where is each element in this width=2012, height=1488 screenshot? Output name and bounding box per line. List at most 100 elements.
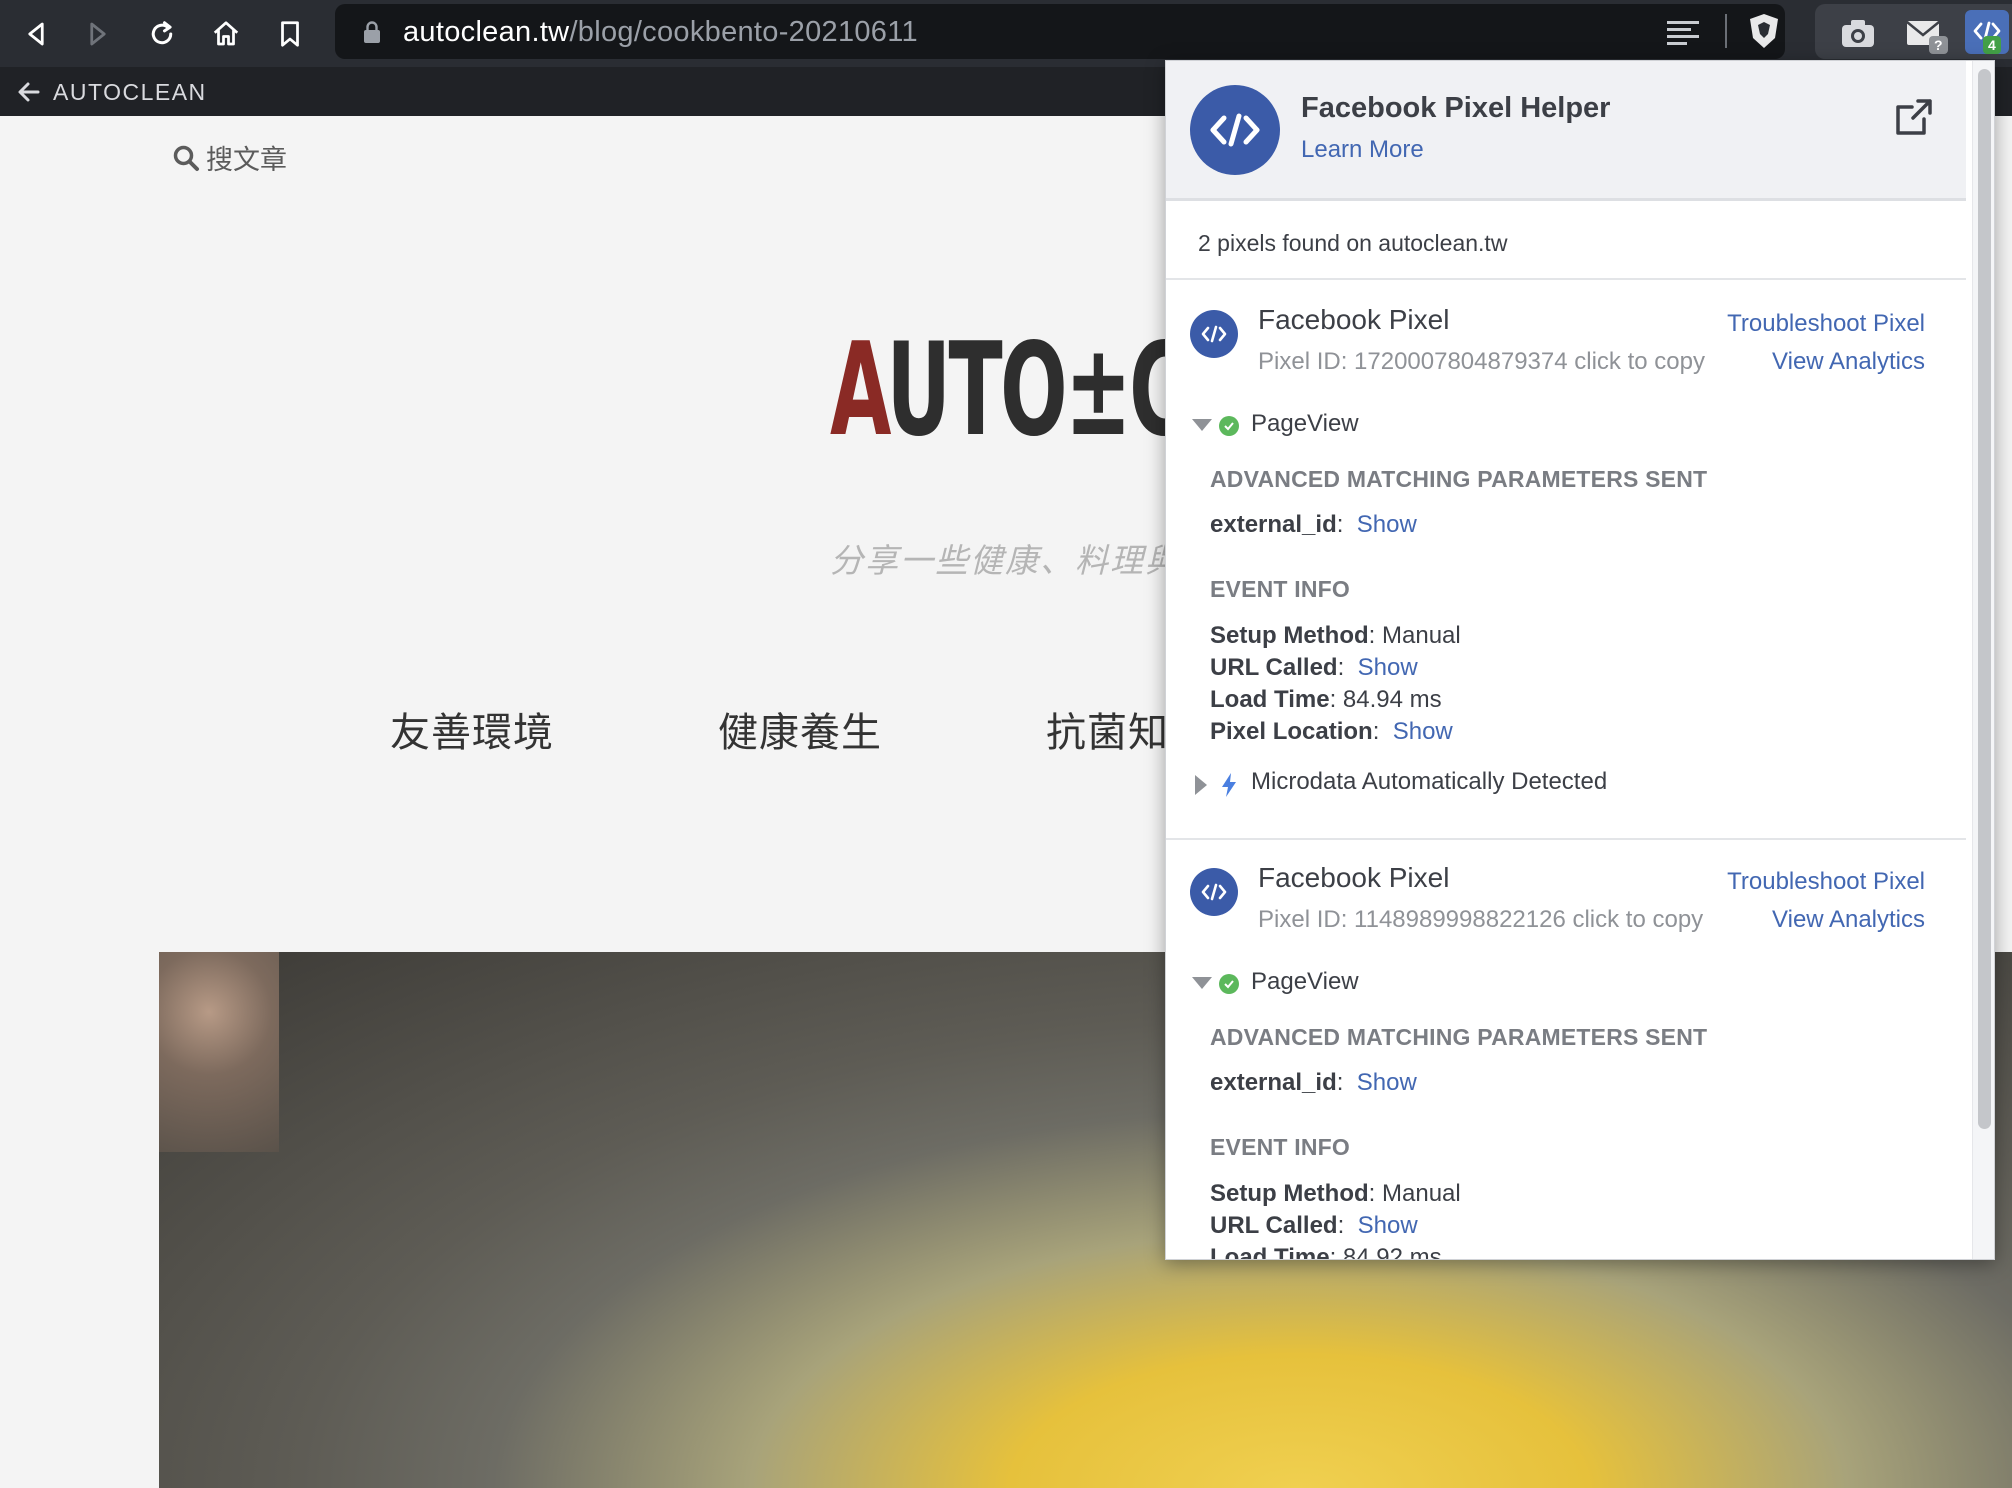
search-label: 搜文章 [206,145,287,175]
reload-button[interactable] [140,12,184,56]
back-triangle-icon [28,22,44,46]
forward-button[interactable] [76,12,120,56]
logo-letter-a: A [830,316,889,465]
site-tagline: 分享一些健康、料理與 [830,542,1180,579]
learn-more-link[interactable]: Learn More [1301,136,1424,164]
pixel-title: Facebook Pixel [1258,862,1450,893]
pixel-title: Facebook Pixel [1258,304,1450,335]
code-brackets-icon [1201,325,1227,343]
view-analytics-link[interactable]: View Analytics [1772,348,1925,376]
url-called-label: URL Called [1210,1212,1338,1239]
troubleshoot-pixel-link[interactable]: Troubleshoot Pixel [1727,310,1925,338]
popup-scrollbar-thumb[interactable] [1978,69,1991,1129]
extensions-bar: ? 4 [1815,4,2012,59]
pixel-helper-badge: 4 [1983,36,2001,54]
popup-title: Facebook Pixel Helper [1301,92,1611,124]
url-domain: autoclean.tw [403,16,570,48]
popup-header: Facebook Pixel Helper Learn More [1166,61,1966,201]
setup-method-row: Setup Method: Manual [1210,1180,1461,1207]
external-id-row: external_id: Show [1210,1069,1417,1096]
success-check-icon [1219,974,1239,994]
load-time-row: Load Time: 84.92 ms [1210,1244,1442,1260]
load-time-row: Load Time: 84.94 ms [1210,686,1442,713]
event-info-heading: EVENT INFO [1210,576,1351,602]
external-id-show-link[interactable]: Show [1357,511,1417,538]
bookmark-button[interactable] [268,12,312,56]
success-check-icon [1219,416,1239,436]
microdata-detected[interactable]: Microdata Automatically Detected [1251,768,1607,796]
menu-item-health[interactable]: 健康養生 [718,700,882,758]
home-icon [213,21,239,46]
search-icon [173,145,199,171]
microdata-expand-toggle[interactable] [1195,775,1207,795]
pixel-location-label: Pixel Location [1210,718,1373,745]
external-id-label: external_id [1210,511,1337,538]
pixel-entry: Facebook Pixel Pixel ID: 172000780487937… [1166,282,1966,622]
view-analytics-link[interactable]: View Analytics [1772,906,1925,934]
menu-item-environment[interactable]: 友善環境 [390,700,554,758]
url-called-row: URL Called: Show [1210,654,1418,681]
search-articles-link[interactable]: 搜文章 [172,138,287,177]
arrow-left-icon[interactable] [16,79,42,105]
reader-mode-icon[interactable] [1665,18,1701,46]
url-path: /blog/cookbento-20210611 [569,16,918,48]
event-collapse-toggle[interactable] [1192,419,1212,431]
load-time-label: Load Time [1210,686,1330,713]
url-called-label: URL Called [1210,654,1338,681]
camera-extension-icon[interactable] [1839,16,1877,50]
pixel-id-copy[interactable]: Pixel ID: 1148989998822126 click to copy [1258,906,1703,934]
setup-method-label: Setup Method [1210,1180,1369,1207]
code-brackets-icon [1210,113,1260,147]
brave-shield-icon[interactable] [1747,12,1781,50]
setup-method-value: Manual [1382,1180,1461,1207]
pixel-entry: Facebook Pixel Pixel ID: 114898999882212… [1166,840,1966,1260]
bookmark-icon [281,21,299,47]
logo-text: UTO±C [886,316,1187,465]
url-called-row: URL Called: Show [1210,1212,1418,1239]
external-id-label: external_id [1210,1069,1337,1096]
site-logo[interactable]: AUTO±C [830,327,1187,455]
url-called-show-link[interactable]: Show [1358,654,1418,681]
setup-method-value: Manual [1382,622,1461,649]
pixel-entry-details: Setup Method: Manual URL Called: Show Lo… [1166,622,1966,852]
event-name[interactable]: PageView [1251,410,1359,438]
popup-scrollbar[interactable] [1972,61,1994,1259]
back-button[interactable] [14,12,58,56]
event-info-heading: EVENT INFO [1210,1134,1351,1160]
pixel-id-copy[interactable]: Pixel ID: 1720007804879374 click to copy [1258,348,1705,376]
lock-icon [364,21,380,43]
event-collapse-toggle[interactable] [1192,977,1212,989]
open-external-icon[interactable] [1894,97,1934,137]
forward-triangle-icon [90,22,106,46]
pixel-icon [1190,310,1238,358]
url-called-show-link[interactable]: Show [1358,1212,1418,1239]
pixel-location-row: Pixel Location: Show [1210,718,1453,745]
pixel-helper-logo [1190,85,1280,175]
url-text: autoclean.tw/blog/cookbento-20210611 [403,16,918,49]
home-button[interactable] [204,12,248,56]
event-name[interactable]: PageView [1251,968,1359,996]
pixel-helper-popup: Facebook Pixel Helper Learn More 2 pixel… [1165,60,1995,1260]
mail-extension-badge: ? [1929,36,1948,54]
browser-toolbar: autoclean.tw/blog/cookbento-20210611 ? 4 [0,0,2012,67]
url-separator [1725,14,1727,48]
pixels-found-text: 2 pixels found on autoclean.tw [1198,230,1508,256]
reload-icon [151,21,173,45]
menu-item-antibacterial[interactable]: 抗菌知 [1046,700,1169,758]
setup-method-row: Setup Method: Manual [1210,622,1461,649]
pixels-found-bar: 2 pixels found on autoclean.tw [1166,204,1966,280]
site-name-link[interactable]: AUTOCLEAN [53,79,207,106]
external-id-row: external_id: Show [1210,511,1417,538]
address-bar[interactable]: autoclean.tw/blog/cookbento-20210611 [335,4,1785,59]
load-time-value: 84.92 ms [1342,1244,1442,1260]
pixel-location-show-link[interactable]: Show [1393,718,1453,745]
load-time-label: Load Time [1210,1244,1330,1260]
external-id-show-link[interactable]: Show [1357,1069,1417,1096]
lightning-bolt-icon [1222,773,1236,797]
amp-heading: ADVANCED MATCHING PARAMETERS SENT [1210,1024,1708,1050]
code-brackets-icon [1201,883,1227,901]
amp-heading: ADVANCED MATCHING PARAMETERS SENT [1210,466,1708,492]
load-time-value: 84.94 ms [1342,686,1442,713]
hero-photo-corner [159,952,279,1152]
troubleshoot-pixel-link[interactable]: Troubleshoot Pixel [1727,868,1925,896]
